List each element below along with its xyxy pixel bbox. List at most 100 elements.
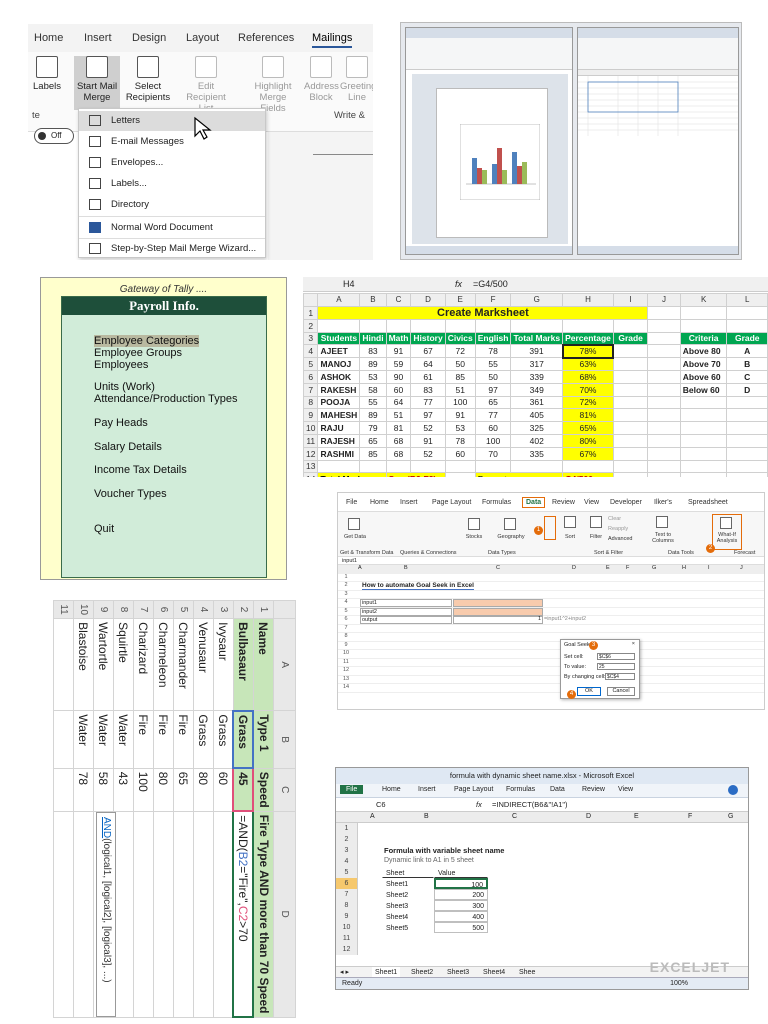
mark-cell[interactable]: 61 [410,369,446,384]
column-header[interactable]: I [612,293,649,307]
tab-review[interactable]: Review [552,499,575,506]
percentage-cell[interactable]: 81% [562,408,614,423]
result-cell[interactable] [193,811,214,1017]
speed-cell[interactable]: 60 [213,768,234,812]
name-cell[interactable]: Wartortle [93,618,114,711]
speed-cell[interactable]: 45 [233,768,254,812]
formula-input[interactable]: =G4/500 [473,279,508,289]
table-header[interactable]: Students [317,331,361,346]
table-header[interactable]: Civics [444,331,476,346]
grade-cell[interactable] [612,357,649,371]
greeting-line-button[interactable]: Greeting Line [340,56,373,103]
mark-cell[interactable]: 60 [474,421,512,435]
edit-recipient-list-button[interactable]: Edit Recipient List [178,56,234,114]
menu-item-wizard[interactable]: Step-by-Step Mail Merge Wizard... [79,239,265,259]
mark-cell[interactable]: 67 [410,344,446,359]
mark-cell[interactable]: 52 [410,421,446,435]
speed-cell[interactable]: 65 [173,768,194,812]
tab-mailings[interactable]: Mailings [312,32,353,48]
criteria-cell[interactable]: Below 60 [679,382,728,397]
type-cell[interactable]: Water [113,710,134,769]
table-header[interactable]: Grade [612,331,649,346]
mark-cell[interactable]: 65 [359,433,387,448]
mark-cell[interactable]: 59 [385,357,412,371]
percentage-cell[interactable]: 70% [562,382,614,397]
tab-view[interactable]: View [584,499,599,506]
row-header[interactable]: 9 [303,408,319,423]
type-cell[interactable]: Fire [153,710,174,769]
set-cell-input[interactable]: $C$6 [597,653,635,660]
row-header[interactable]: 6 [303,369,319,384]
mark-cell[interactable]: 78 [444,433,476,448]
result-cell[interactable] [133,811,154,1017]
sheet-name-cell[interactable]: Sheet4 [382,911,434,922]
mark-cell[interactable]: 361 [510,395,564,410]
grade-cell[interactable] [612,408,649,423]
mark-cell[interactable]: 90 [385,369,412,384]
criteria-header[interactable]: Criteria [679,331,728,346]
tab-review[interactable]: Review [582,786,605,793]
tab-home[interactable]: Home [34,32,63,44]
sheet-name-cell[interactable]: Sheet1 [382,878,434,889]
mark-cell[interactable]: 325 [510,421,564,435]
column-header[interactable]: F [474,293,512,307]
column-header[interactable]: J [647,293,681,307]
mark-cell[interactable]: 64 [385,395,412,410]
column-header[interactable]: H [562,293,614,307]
mark-cell[interactable]: 97 [410,408,446,423]
dialog-close-icon[interactable]: × [632,641,635,647]
grade-cell[interactable] [612,344,649,359]
row-header[interactable]: 12 [303,446,319,461]
mark-cell[interactable]: 91 [444,408,476,423]
menu-item-labels[interactable]: Labels... [79,174,265,194]
value-cell[interactable]: 500 [434,922,488,933]
tab-page-layout[interactable]: Page Layout [454,786,493,793]
row-header[interactable]: 4 [193,600,214,619]
sheet-name-cell[interactable]: Sheet3 [382,900,434,911]
highlight-merge-fields-button[interactable]: Highlight Merge Fields [246,56,300,114]
mark-cell[interactable]: 100 [444,395,476,410]
result-cell[interactable] [213,811,234,1017]
row-header[interactable]: 11 [53,600,74,619]
mark-cell[interactable]: 77 [474,408,512,423]
student-name[interactable]: POOJA [317,395,361,410]
reapply-button[interactable]: Reapply [608,526,628,532]
type-cell[interactable]: Grass [233,710,254,769]
mark-cell[interactable]: 51 [385,408,412,423]
total-formula[interactable]: Sum(B2:F2) [385,472,446,477]
mark-cell[interactable]: 60 [444,446,476,461]
name-cell[interactable]: Charmeleon [153,618,174,711]
mark-cell[interactable]: 89 [359,357,387,371]
mark-cell[interactable]: 68 [385,446,412,461]
type-cell[interactable]: Fire [133,710,154,769]
column-header[interactable]: B [273,710,296,769]
table-header[interactable]: Hindi [359,331,387,346]
mark-cell[interactable]: 68 [385,433,412,448]
tab-insert[interactable]: Insert [84,32,112,44]
mark-cell[interactable]: 83 [359,344,387,359]
value-cell[interactable]: 300 [434,900,488,911]
row-header[interactable]: 7 [303,382,319,397]
total-label[interactable]: Total Marks [317,472,387,477]
column-header[interactable]: B [359,293,387,307]
value-cell[interactable]: 400 [434,911,488,922]
sheet-subheading[interactable]: Dynamic link to A1 in 5 sheet [384,857,474,864]
mark-cell[interactable]: 79 [359,421,387,435]
student-name[interactable]: AJEET [317,344,361,359]
row-header[interactable]: 2 [233,600,254,619]
mark-cell[interactable]: 91 [410,433,446,448]
menu-units-work[interactable]: Units (Work) [94,381,155,393]
filter-button[interactable]: Filter [586,534,606,540]
row-header[interactable]: 1 [253,600,274,619]
row-header[interactable]: 5 [173,600,194,619]
type-cell[interactable]: Fire [173,710,194,769]
speed-cell[interactable]: 78 [73,768,94,812]
tab-layout[interactable]: Layout [186,32,219,44]
tab-insert[interactable]: Insert [418,786,436,793]
column-header[interactable]: D [410,293,446,307]
criteria-cell[interactable]: Above 80 [679,344,728,359]
mark-cell[interactable]: 51 [444,382,476,397]
speed-cell[interactable]: 43 [113,768,134,812]
help-icon[interactable] [728,785,738,795]
param-value[interactable] [453,616,543,624]
